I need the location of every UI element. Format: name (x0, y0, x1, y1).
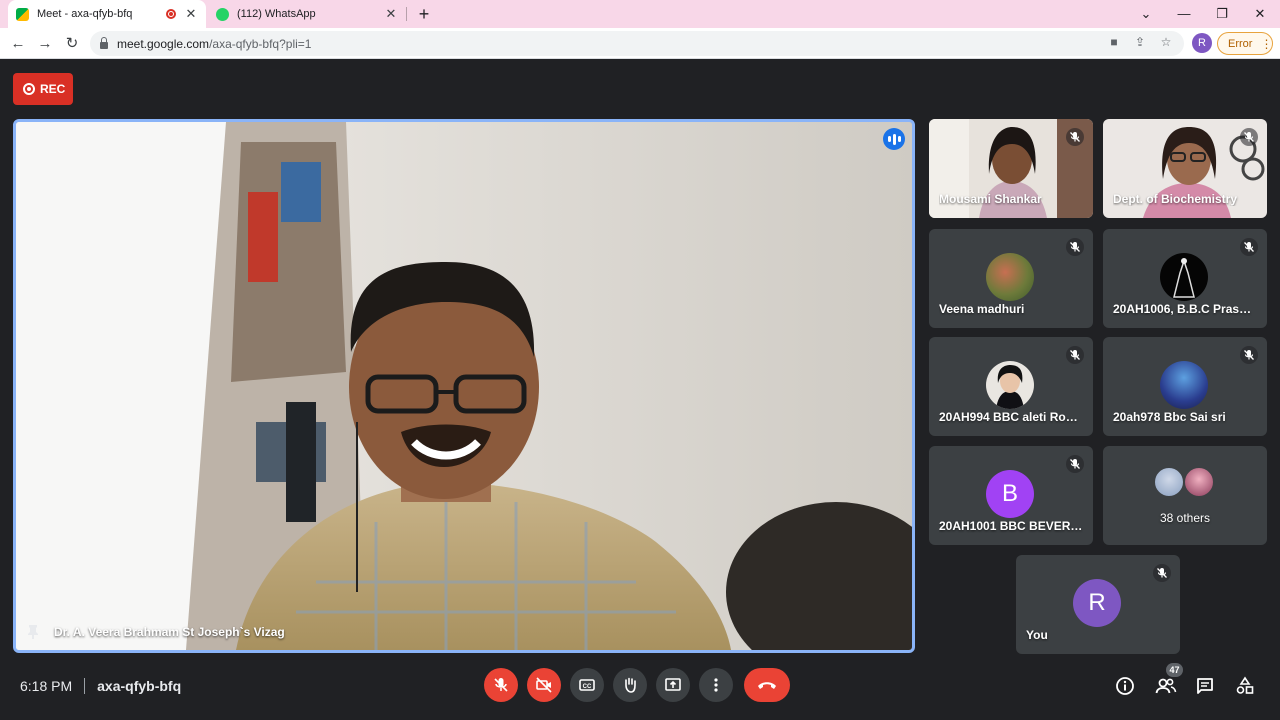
self-initial-avatar: R (1073, 579, 1121, 627)
record-icon (23, 83, 35, 95)
present-screen-button[interactable] (656, 668, 690, 702)
microphone-toggle-button[interactable] (484, 668, 518, 702)
maximize-window-button[interactable]: ❐ (1207, 4, 1237, 24)
address-bar[interactable]: meet.google.com/axa-qfyb-bfq?pli=1 ■ ⇪ ☆ (90, 31, 1184, 56)
self-tile[interactable]: R You (1016, 555, 1180, 654)
participant-tile-video[interactable]: Dept. of Biochemistry (1103, 119, 1267, 218)
tab-title: Meet - axa-qfyb-bfq (37, 8, 133, 20)
muted-mic-icon (1153, 564, 1171, 582)
participant-avatar (1183, 466, 1215, 498)
chat-icon[interactable] (1193, 674, 1217, 698)
meeting-info: 6:18 PM axa-qfyb-bfq (20, 678, 181, 694)
close-tab-icon[interactable]: ✕ (184, 6, 198, 22)
forward-button[interactable]: → (34, 33, 56, 55)
participant-tile[interactable]: 20AH1006, B.B.C Prasan... (1103, 229, 1267, 328)
share-icon[interactable]: ⇪ (1132, 35, 1148, 49)
activities-icon[interactable] (1233, 674, 1257, 698)
hand-icon (625, 677, 636, 693)
speaker-video-feed (16, 122, 912, 650)
others-tile[interactable]: 38 others (1103, 446, 1267, 545)
leave-call-button[interactable] (744, 668, 790, 702)
participant-tile-video[interactable]: Mousami Shankar (929, 119, 1093, 218)
whatsapp-favicon-icon (216, 7, 229, 21)
url-text: meet.google.com/axa-qfyb-bfq?pli=1 (117, 37, 311, 51)
camera-in-use-icon[interactable]: ■ (1106, 35, 1122, 49)
back-button[interactable]: ← (7, 33, 29, 55)
participant-avatar (1153, 466, 1185, 498)
google-meet-favicon-icon (16, 7, 29, 21)
people-icon[interactable] (1154, 674, 1178, 698)
captions-button[interactable]: CC (570, 668, 604, 702)
participant-name: 20AH1006, B.B.C Prasan... (1113, 302, 1257, 316)
camera-off-icon (536, 677, 552, 693)
reload-button[interactable]: ↻ (61, 33, 83, 55)
more-options-button[interactable] (699, 668, 733, 702)
self-name: You (1026, 628, 1048, 642)
participant-avatar (1160, 253, 1208, 301)
divider (84, 678, 86, 694)
participant-avatar (986, 361, 1034, 409)
participant-tile[interactable]: B 20AH1001 BBC BEVERA ... (929, 446, 1093, 545)
speaking-indicator-icon (883, 128, 905, 150)
participant-name: 20AH1001 BBC BEVERA ... (939, 519, 1083, 533)
others-count-label: 38 others (1159, 511, 1211, 525)
tab-title: (112) WhatsApp (237, 8, 316, 20)
browser-toolbar: ← → ↻ meet.google.com/axa-qfyb-bfq?pli=1… (0, 28, 1280, 59)
more-vert-icon (714, 678, 718, 692)
browser-tab-strip: Meet - axa-qfyb-bfq ✕ (112) WhatsApp ✕ +… (0, 0, 1280, 28)
participant-initial-avatar: B (986, 470, 1034, 518)
url-path: /axa-qfyb-bfq?pli=1 (209, 36, 312, 51)
participant-tile[interactable]: 20ah978 Bbc Sai sri (1103, 337, 1267, 436)
captions-icon: CC (579, 679, 595, 691)
muted-mic-icon (1240, 128, 1258, 146)
tab-whatsapp[interactable]: (112) WhatsApp ✕ (208, 0, 406, 28)
participant-name: Dept. of Biochemistry (1113, 192, 1238, 206)
raise-hand-button[interactable] (613, 668, 647, 702)
muted-mic-icon (1066, 128, 1084, 146)
recording-label: REC (40, 82, 66, 96)
tab-divider (406, 7, 407, 21)
participant-tile[interactable]: 20AH994 BBC aleti Rosh... (929, 337, 1093, 436)
participant-name: 20AH994 BBC aleti Rosh... (939, 410, 1083, 424)
new-tab-button[interactable]: + (414, 4, 434, 24)
clock-time: 6:18 PM (20, 678, 73, 694)
bookmark-star-icon[interactable]: ☆ (1158, 35, 1174, 49)
meeting-code: axa-qfyb-bfq (97, 678, 182, 694)
present-icon (665, 678, 681, 691)
muted-mic-icon (1066, 455, 1084, 473)
tab-meet[interactable]: Meet - axa-qfyb-bfq ✕ (8, 0, 206, 28)
svg-text:CC: CC (583, 684, 592, 690)
participant-name: Mousami Shankar (939, 192, 1042, 206)
main-speaker-tile[interactable]: Dr. A. Veera Brahmam St Joseph`s Vizag (13, 119, 915, 653)
tab-search-icon[interactable]: ⌄ (1131, 4, 1161, 24)
error-button[interactable]: Error ⋮ (1217, 32, 1273, 55)
muted-mic-icon (1240, 238, 1258, 256)
participant-name: 20ah978 Bbc Sai sri (1113, 410, 1226, 424)
participant-count-badge: 47 (1166, 663, 1183, 677)
more-menu-icon: ⋮ (1260, 36, 1273, 51)
lock-icon (100, 36, 108, 49)
url-host: meet.google.com (117, 36, 210, 51)
muted-mic-icon (1066, 238, 1084, 256)
pin-icon[interactable] (26, 624, 40, 640)
main-speaker-name: Dr. A. Veera Brahmam St Joseph`s Vizag (54, 625, 285, 639)
muted-mic-icon (1240, 346, 1258, 364)
close-tab-icon[interactable]: ✕ (384, 6, 398, 22)
recording-badge[interactable]: REC (13, 73, 73, 105)
mic-off-icon (494, 678, 508, 692)
muted-mic-icon (1066, 346, 1084, 364)
close-window-button[interactable]: ✕ (1245, 4, 1275, 24)
profile-avatar[interactable]: R (1192, 33, 1212, 53)
participant-avatar (986, 253, 1034, 301)
meeting-details-icon[interactable] (1113, 674, 1137, 698)
participant-name: Veena madhuri (939, 302, 1025, 316)
participant-avatar (1160, 361, 1208, 409)
recording-indicator-icon (166, 9, 176, 19)
participant-tile[interactable]: Veena madhuri (929, 229, 1093, 328)
minimize-window-button[interactable]: — (1169, 4, 1199, 24)
camera-toggle-button[interactable] (527, 668, 561, 702)
hang-up-icon (758, 682, 776, 689)
error-label: Error (1228, 37, 1253, 50)
